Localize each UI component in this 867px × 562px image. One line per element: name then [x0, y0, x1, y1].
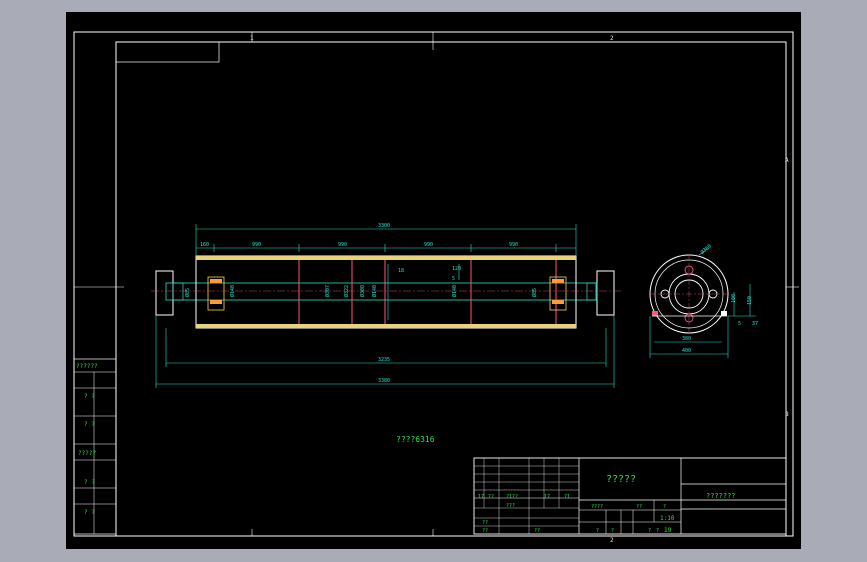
- side-dimension-lines: [649, 247, 756, 358]
- dim-side-w1: 380: [682, 336, 691, 342]
- title-block-sheet: 19: [664, 527, 672, 534]
- roller-shell: [195, 255, 577, 329]
- tb-r1-2: ?1??: [506, 494, 518, 500]
- sidebar-label-2: ? ?: [84, 421, 95, 428]
- tb-r4-0: ??: [482, 528, 488, 534]
- tb-r3-0: ??: [482, 520, 488, 526]
- tb-r1-0: 17: [478, 494, 484, 500]
- zone-label-top-mid: 2: [610, 35, 614, 42]
- dim-seg3: 990: [338, 242, 347, 248]
- dim-seg1: 160: [200, 242, 209, 248]
- zone-label-right-lower: B: [785, 411, 789, 418]
- tb-r1-1: ??: [488, 494, 494, 500]
- dim-seg2: 990: [252, 242, 261, 248]
- dim-dia-shaft-end: Ø85: [184, 288, 191, 297]
- dim-gap2: 5: [452, 276, 455, 282]
- title-block: [473, 457, 787, 535]
- tb-r2-2: ?: [663, 504, 666, 510]
- sidebar-label-1: ? ?: [84, 393, 95, 400]
- dim-side-h2: 150: [747, 296, 753, 305]
- roller-assembly: [151, 255, 621, 329]
- sidebar-label-5: ? ?: [84, 509, 95, 516]
- right-bearing-housing: [596, 270, 615, 316]
- drawing-note: ????6316: [396, 435, 435, 444]
- title-block-drawing-no: ???????: [706, 492, 736, 500]
- outer-frame: [73, 31, 794, 537]
- dim-shaft-total: 3380: [378, 378, 390, 384]
- dim-side-t: 5: [738, 321, 741, 327]
- tb-r2-0: ????: [591, 504, 603, 510]
- shell-bottom-wall: [196, 324, 576, 328]
- sidebar-label-3: ?????: [78, 450, 96, 457]
- dim-side-h1: 100: [731, 294, 737, 303]
- side-view: [649, 254, 729, 334]
- dim-dia-end3: Ø85: [531, 288, 538, 297]
- tb-r4-4: ?: [648, 528, 651, 534]
- dim-dia-inner: Ø300: [359, 285, 366, 297]
- title-block-frame: [473, 457, 787, 535]
- shell-top-wall: [196, 256, 576, 260]
- tb-r3-1: ???: [506, 503, 515, 509]
- tb-r4-5: ?: [656, 528, 659, 534]
- corner-box: [115, 41, 220, 63]
- dim-dia-shell-a: Ø307: [324, 285, 331, 297]
- tb-r1-3: 17: [544, 494, 550, 500]
- dim-seg5: 990: [509, 242, 518, 248]
- inner-frame: [115, 41, 787, 537]
- sidebar-box: [73, 358, 117, 535]
- sidebar-label-0: ??????: [76, 363, 98, 370]
- dim-shell-overall: 3300: [378, 223, 390, 229]
- left-bearing-housing: [155, 270, 174, 316]
- cad-drawing: 1 2 2 A B ?????? ? ? ? ? ????? ? ? ? ? 3…: [73, 31, 799, 544]
- zone-label-right-upper: A: [785, 157, 789, 164]
- tb-r4-1: ??: [534, 528, 540, 534]
- dim-dia-shell-b: Ø322: [343, 285, 350, 297]
- dim-side-r: 37: [752, 321, 758, 327]
- dim-dia-hub: Ø140: [371, 285, 378, 297]
- dim-side-diam: Ø360: [699, 243, 713, 256]
- tb-r2-1: ??: [636, 504, 642, 510]
- tb-r1-4: ?1: [564, 494, 570, 500]
- dim-dia-bearing: Ø140: [229, 285, 236, 297]
- dim-side-w2: 400: [682, 348, 691, 354]
- zone-label-top-left: 1: [250, 35, 254, 42]
- dim-seg4: 990: [424, 242, 433, 248]
- title-block-scale: 1:10: [660, 515, 675, 522]
- zone-label-bottom-mid: 2: [610, 537, 614, 544]
- dim-dia-end2: Ø140: [451, 285, 458, 297]
- sidebar-label-4: ? ?: [84, 479, 95, 486]
- dim-rib: 18: [398, 268, 404, 274]
- tb-r4-3: ?: [611, 528, 614, 534]
- drawing-canvas: 1 2 2 A B ?????? ? ? ? ? ????? ? ? ? ? 3…: [66, 12, 801, 549]
- title-block-title: ?????: [606, 474, 636, 485]
- dim-gap1: 120: [452, 266, 461, 272]
- dim-bearing-span: 3235: [378, 357, 390, 363]
- tb-r4-2: ?: [596, 528, 599, 534]
